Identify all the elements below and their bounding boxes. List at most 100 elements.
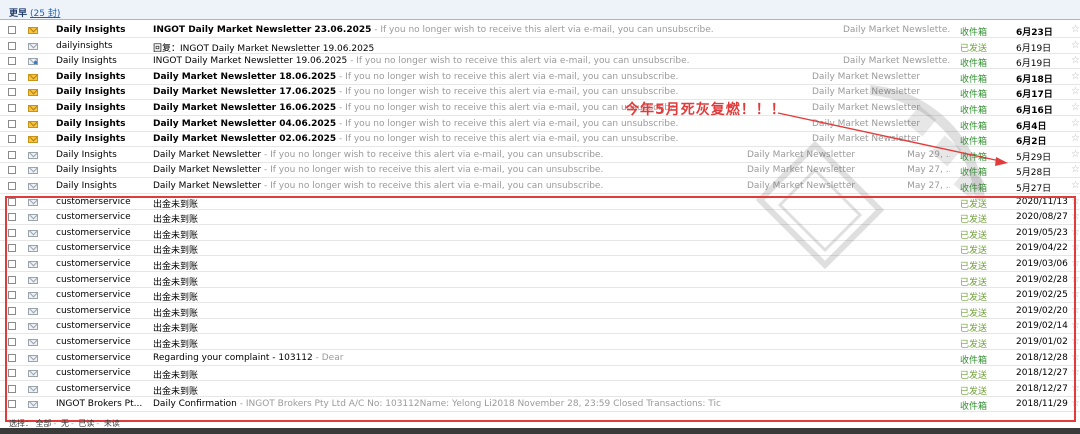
- subject-line[interactable]: 出金未到账: [153, 290, 948, 303]
- row-checkbox[interactable]: [8, 104, 16, 112]
- star-icon[interactable]: ☆: [1071, 274, 1080, 285]
- subject-line[interactable]: 出金未到账: [153, 368, 948, 381]
- star-icon[interactable]: ☆: [1071, 242, 1080, 253]
- mail-row[interactable]: customerservice 出金未到账 已发送 2019/02/14 ☆: [0, 319, 1080, 335]
- subject-line[interactable]: 出金未到账: [153, 321, 948, 334]
- row-checkbox[interactable]: [8, 260, 16, 268]
- subject-line[interactable]: 出金未到账: [153, 197, 948, 210]
- star-icon[interactable]: ☆: [1071, 367, 1080, 378]
- mail-row[interactable]: customerservice 出金未到账 已发送 2019/03/06 ☆: [0, 257, 1080, 272]
- subject-line[interactable]: Daily Confirmation - INGOT Brokers Pty L…: [153, 399, 948, 409]
- subject-line[interactable]: 回复：INGOT Daily Market Newsletter 19.06.2…: [153, 41, 948, 54]
- subject-line[interactable]: INGOT Daily Market Newsletter 19.06.2025…: [153, 56, 948, 66]
- row-checkbox[interactable]: [8, 213, 16, 222]
- bottom-scroll-bar[interactable]: [0, 428, 1080, 434]
- subject-line[interactable]: Regarding your complaint - 103112 - Dear: [153, 353, 948, 363]
- row-checkbox[interactable]: [8, 72, 16, 81]
- row-checkbox[interactable]: [8, 384, 16, 393]
- select-none-link[interactable]: 无: [61, 419, 69, 428]
- star-icon[interactable]: ☆: [1071, 320, 1080, 331]
- mail-row[interactable]: customerservice 出金未到账 已发送 2018/12/27 ☆: [0, 366, 1080, 382]
- star-icon[interactable]: ☆: [1071, 164, 1080, 175]
- subject-line[interactable]: 出金未到账: [153, 259, 948, 272]
- star-icon[interactable]: ☆: [1071, 118, 1080, 129]
- star-icon[interactable]: ☆: [1071, 352, 1080, 363]
- row-checkbox[interactable]: [8, 88, 16, 97]
- row-checkbox[interactable]: [8, 275, 16, 284]
- mail-row[interactable]: Daily Insights Daily Market Newsletter 17…: [0, 85, 1080, 101]
- mail-row[interactable]: customerservice 出金未到账 已发送 2019/02/25 ☆: [0, 288, 1080, 304]
- star-icon[interactable]: ☆: [1071, 289, 1080, 300]
- star-icon[interactable]: ☆: [1071, 227, 1080, 238]
- row-checkbox[interactable]: [8, 197, 16, 206]
- row-checkbox[interactable]: [8, 57, 16, 66]
- row-checkbox[interactable]: [8, 41, 16, 50]
- select-read-link[interactable]: 已读: [78, 419, 94, 428]
- star-icon[interactable]: ☆: [1071, 180, 1080, 191]
- row-checkbox[interactable]: [8, 119, 16, 128]
- select-unread-link[interactable]: 未读: [104, 419, 120, 428]
- select-all-link[interactable]: 全部: [36, 419, 52, 428]
- star-icon[interactable]: ☆: [1071, 102, 1080, 113]
- row-checkbox[interactable]: [8, 26, 16, 34]
- group-count-link[interactable]: (25 封): [30, 6, 60, 19]
- star-icon[interactable]: ☆: [1071, 211, 1080, 222]
- mail-row[interactable]: Daily Insights INGOT Daily Market Newslet…: [0, 23, 1080, 38]
- mail-row[interactable]: customerservice Regarding your complaint …: [0, 350, 1080, 366]
- row-checkbox[interactable]: [8, 322, 16, 331]
- star-icon[interactable]: ☆: [1071, 86, 1080, 97]
- star-icon[interactable]: ☆: [1071, 55, 1080, 66]
- mail-row[interactable]: Daily Insights Daily Market Newsletter 16…: [0, 101, 1080, 116]
- star-icon[interactable]: ☆: [1071, 71, 1080, 82]
- mail-row[interactable]: Daily Insights Daily Market Newsletter - …: [0, 163, 1080, 179]
- mail-row[interactable]: INGOT Brokers Pt... Daily Confirmation - …: [0, 397, 1080, 413]
- star-icon[interactable]: ☆: [1071, 40, 1080, 51]
- row-checkbox[interactable]: [8, 291, 16, 300]
- row-checkbox[interactable]: [8, 400, 16, 409]
- row-checkbox[interactable]: [8, 338, 16, 346]
- mail-row[interactable]: customerservice 出金未到账 已发送 2019/04/22 ☆: [0, 241, 1080, 257]
- mail-row[interactable]: Daily Insights Daily Market Newsletter 04…: [0, 116, 1080, 132]
- star-icon[interactable]: ☆: [1071, 305, 1080, 316]
- mail-row[interactable]: customerservice 出金未到账 已发送 2020/11/13 ☆: [0, 194, 1080, 210]
- subject-line[interactable]: 出金未到账: [153, 212, 948, 225]
- mail-row[interactable]: customerservice 出金未到账 已发送 2020/08/27 ☆: [0, 210, 1080, 226]
- row-checkbox[interactable]: [8, 353, 16, 362]
- mail-row[interactable]: Daily Insights Daily Market Newsletter - …: [0, 147, 1080, 163]
- star-icon[interactable]: ☆: [1071, 149, 1080, 160]
- star-icon[interactable]: ☆: [1071, 196, 1080, 207]
- row-checkbox[interactable]: [8, 244, 16, 253]
- mail-row[interactable]: Daily Insights Daily Market Newsletter 18…: [0, 69, 1080, 85]
- star-icon[interactable]: ☆: [1071, 398, 1080, 409]
- star-icon[interactable]: ☆: [1071, 383, 1080, 394]
- subject-line[interactable]: 出金未到账: [153, 337, 948, 350]
- subject-line[interactable]: 出金未到账: [153, 306, 948, 319]
- star-icon[interactable]: ☆: [1071, 258, 1080, 269]
- mail-row[interactable]: customerservice 出金未到账 已发送 2019/05/23 ☆: [0, 225, 1080, 241]
- row-checkbox[interactable]: [8, 166, 16, 175]
- mail-row[interactable]: Daily Insights INGOT Daily Market Newslet…: [0, 54, 1080, 70]
- row-checkbox[interactable]: [8, 369, 16, 378]
- row-checkbox[interactable]: [8, 150, 16, 159]
- row-checkbox[interactable]: [8, 182, 16, 190]
- sender-name: Daily Insights: [56, 71, 126, 82]
- subject-line[interactable]: 出金未到账: [153, 275, 948, 288]
- mail-row[interactable]: Daily Insights Daily Market Newsletter - …: [0, 179, 1080, 194]
- mail-row[interactable]: dailyinsights 回复：INGOT Daily Market Newsl…: [0, 38, 1080, 54]
- star-icon[interactable]: ☆: [1071, 24, 1080, 35]
- star-icon[interactable]: ☆: [1071, 133, 1080, 144]
- row-checkbox[interactable]: [8, 135, 16, 144]
- subject-line[interactable]: 出金未到账: [153, 243, 948, 256]
- row-checkbox[interactable]: [8, 228, 16, 237]
- row-checkbox[interactable]: [8, 306, 16, 315]
- mail-row[interactable]: Daily Insights Daily Market Newsletter 02…: [0, 132, 1080, 148]
- subject-text: Daily Market Newsletter: [153, 149, 262, 160]
- star-icon[interactable]: ☆: [1071, 336, 1080, 347]
- subject-line[interactable]: INGOT Daily Market Newsletter 23.06.2025…: [153, 25, 948, 35]
- subject-line[interactable]: 出金未到账: [153, 384, 948, 397]
- mail-row[interactable]: customerservice 出金未到账 已发送 2019/02/20 ☆: [0, 303, 1080, 319]
- subject-line[interactable]: 出金未到账: [153, 228, 948, 241]
- mail-row[interactable]: customerservice 出金未到账 已发送 2019/02/28 ☆: [0, 272, 1080, 288]
- mail-row[interactable]: customerservice 出金未到账 已发送 2019/01/02 ☆: [0, 335, 1080, 350]
- mail-row[interactable]: customerservice 出金未到账 已发送 2018/12/27 ☆: [0, 381, 1080, 397]
